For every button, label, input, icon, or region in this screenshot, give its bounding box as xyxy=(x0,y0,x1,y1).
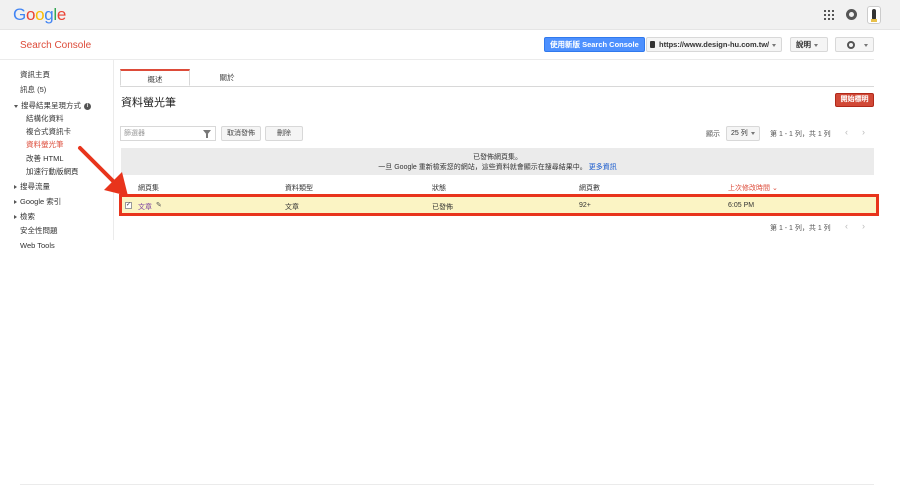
chevron-down-icon xyxy=(814,43,818,47)
expand-triangle-icon xyxy=(14,215,17,220)
column-header-last-modified[interactable]: 上次修改時間 ⌄ xyxy=(728,183,778,193)
rows-per-page-select[interactable]: 25 列 xyxy=(726,126,760,141)
account-avatar[interactable] xyxy=(867,6,881,24)
data-type-cell: 文章 xyxy=(285,204,299,211)
header-divider xyxy=(0,59,874,60)
page-set-link[interactable]: 文章 xyxy=(138,202,152,212)
site-url: https://www.design-hu.com.tw/ xyxy=(659,40,770,49)
status-cell: 已發佈 xyxy=(432,204,453,211)
product-title[interactable]: Search Console xyxy=(20,40,91,51)
chevron-down-icon xyxy=(864,44,868,47)
gear-icon xyxy=(847,41,855,49)
help-button[interactable]: 說明 xyxy=(790,37,828,52)
next-page-icon[interactable]: › xyxy=(862,127,865,137)
notice-body: 一旦 Google 重新檢索您的網站，這些資料就會顯示在搜尋結果中。 更多資訊 xyxy=(121,162,874,172)
rows-per-page-value: 25 列 xyxy=(731,130,748,137)
sidebar-item-data-highlighter[interactable]: 資料螢光筆 xyxy=(26,139,64,150)
column-header-pages[interactable]: 網頁數 xyxy=(579,183,600,193)
row-checkbox[interactable]: ✓ xyxy=(125,202,132,209)
sidebar-item-label: 檢索 xyxy=(20,212,35,221)
notice-title: 已發佈網頁集。 xyxy=(473,154,522,161)
sidebar-item-rich-cards[interactable]: 複合式資訊卡 xyxy=(26,126,71,137)
tab-overview[interactable]: 概述 xyxy=(120,69,190,86)
prev-page-icon[interactable]: ‹ xyxy=(845,221,848,231)
sidebar-item-label: Google 索引 xyxy=(20,197,62,206)
sidebar-item-amp[interactable]: 加速行動版網頁 xyxy=(26,166,79,177)
chevron-down-icon xyxy=(750,131,755,135)
pagination-text: 第 1 - 1 列，共 1 列 xyxy=(770,131,831,138)
site-favicon-icon xyxy=(650,41,655,48)
notifications-icon[interactable] xyxy=(846,9,857,20)
sidebar-item-label: 搜尋流量 xyxy=(20,182,50,191)
sidebar-item-dashboard[interactable]: 資訊主頁 xyxy=(20,69,50,80)
help-label: 說明 xyxy=(796,40,811,49)
pagination-text-bottom: 第 1 - 1 列，共 1 列 xyxy=(770,225,831,232)
published-notice: 已發佈網頁集。 一旦 Google 重新檢索您的網站，這些資料就會顯示在搜尋結果… xyxy=(121,148,874,175)
filter-funnel-icon xyxy=(203,130,211,138)
expand-triangle-icon xyxy=(14,200,17,205)
filter-placeholder: 篩選器 xyxy=(124,130,145,137)
sidebar-item-messages[interactable]: 訊息 (5) xyxy=(20,84,46,95)
notice-text: 一旦 Google 重新檢索您的網站，這些資料就會顯示在搜尋結果中。 xyxy=(378,164,587,171)
logo-letter: e xyxy=(56,5,67,24)
sidebar-item-html-improvements[interactable]: 改善 HTML xyxy=(26,153,64,164)
column-header-data-type[interactable]: 資料類型 xyxy=(285,183,313,193)
try-new-search-console-button[interactable]: 使用新版 Search Console xyxy=(544,37,645,52)
sidebar-item-web-tools[interactable]: Web Tools xyxy=(20,241,55,250)
settings-button[interactable] xyxy=(835,37,874,52)
table-row[interactable] xyxy=(119,194,879,216)
chevron-down-icon xyxy=(772,43,777,47)
tab-about[interactable]: 關於 xyxy=(192,69,262,86)
edit-pencil-icon[interactable]: ✎ xyxy=(156,202,162,209)
sidebar-item-search-traffic[interactable]: 搜尋流量 xyxy=(14,181,50,192)
sidebar-item-crawl[interactable]: 檢索 xyxy=(14,211,35,222)
next-page-icon[interactable]: › xyxy=(862,221,865,231)
delete-button[interactable]: 刪除 xyxy=(265,126,303,141)
sidebar-item-search-appearance[interactable]: 搜尋結果呈現方式 i xyxy=(14,100,91,111)
logo-letter: o xyxy=(35,5,45,24)
column-header-page-set[interactable]: 網頁集 xyxy=(138,183,159,193)
unpublish-button[interactable]: 取消發佈 xyxy=(221,126,261,141)
tabs-divider xyxy=(120,86,874,87)
google-top-bar: Google xyxy=(0,0,900,30)
expand-triangle-icon xyxy=(14,185,17,190)
page-title: 資料螢光筆 xyxy=(121,97,176,109)
learn-more-link[interactable]: 更多資訊 xyxy=(589,164,617,171)
apps-grid-icon[interactable] xyxy=(824,10,834,20)
modified-cell: 6:05 PM xyxy=(728,202,755,209)
info-icon[interactable]: i xyxy=(84,102,91,110)
column-header-status[interactable]: 狀態 xyxy=(432,183,446,193)
sidebar-item-structured-data[interactable]: 結構化資料 xyxy=(26,113,64,124)
sidebar: 資訊主頁 訊息 (5) 搜尋結果呈現方式 i 結構化資料 複合式資訊卡 資料螢光筆… xyxy=(0,60,114,250)
sidebar-item-label: 搜尋結果呈現方式 xyxy=(21,101,81,110)
sidebar-item-security-issues[interactable]: 安全性問題 xyxy=(20,225,58,236)
start-highlighting-button[interactable]: 開始標明 xyxy=(835,93,874,107)
site-selector[interactable]: https://www.design-hu.com.tw/ xyxy=(646,37,782,52)
pages-cell: 92+ xyxy=(579,202,591,209)
filter-input[interactable]: 篩選器 xyxy=(120,126,216,141)
sidebar-item-google-index[interactable]: Google 索引 xyxy=(14,196,61,207)
show-rows-label: 顯示 xyxy=(706,131,720,138)
google-logo[interactable]: Google xyxy=(13,5,66,25)
prev-page-icon[interactable]: ‹ xyxy=(845,127,848,137)
logo-letter: o xyxy=(25,5,36,24)
logo-letter: G xyxy=(13,5,26,24)
expand-triangle-icon xyxy=(14,104,18,108)
